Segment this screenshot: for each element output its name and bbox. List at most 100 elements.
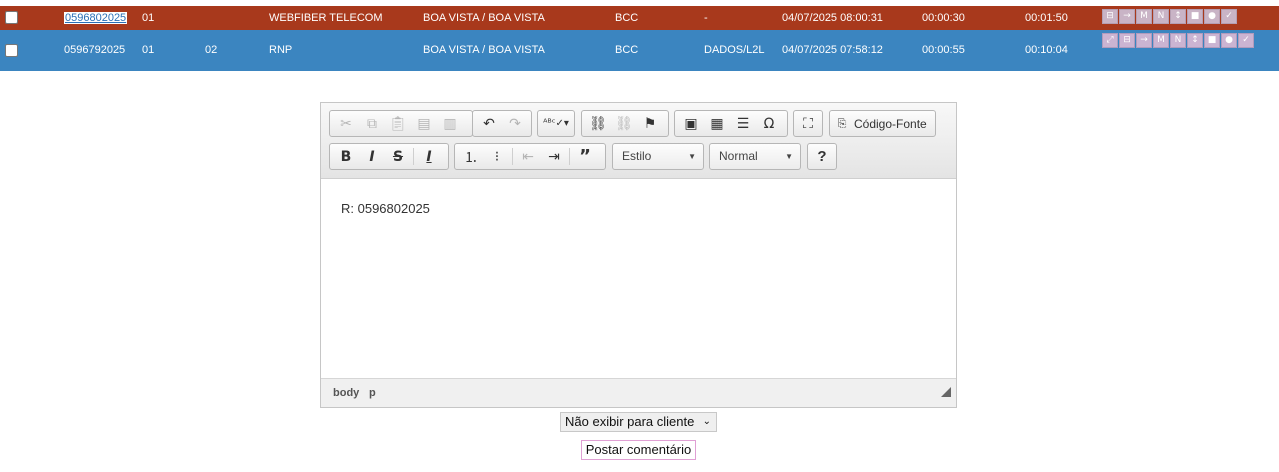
- maximize-group: ⛶: [793, 110, 823, 137]
- ticket-col2: 01: [142, 12, 155, 24]
- path-element[interactable]: p: [369, 387, 376, 399]
- visibility-select[interactable]: Não exibir para cliente ⌄: [560, 412, 717, 432]
- action-button[interactable]: ↕: [1187, 33, 1203, 48]
- ticket-row[interactable]: 0596802025 01 WEBFIBER TELECOM BOA VISTA…: [0, 6, 1279, 30]
- source-button[interactable]: Código-Fonte: [851, 117, 927, 131]
- action-button[interactable]: N: [1170, 33, 1186, 48]
- link-group: ⛓ ⛓ ⚑: [581, 110, 669, 137]
- ticket-location: BOA VISTA / BOA VISTA: [423, 12, 545, 24]
- format-select[interactable]: Normal ▼: [709, 143, 801, 170]
- style-select[interactable]: Estilo ▼: [612, 143, 704, 170]
- clipboard-group: ✂ ⧉ 📋︎ ▤ ▥: [329, 110, 473, 137]
- flag-icon[interactable]: ⚑: [637, 113, 663, 134]
- action-button[interactable]: N: [1153, 9, 1169, 24]
- action-button[interactable]: M: [1153, 33, 1169, 48]
- row-actions: ⤢ ⊟ → M N ↕ ■ ● ✓: [1102, 33, 1262, 49]
- editor-path-bar: body p: [321, 378, 956, 407]
- scissors-icon[interactable]: ✂: [333, 113, 359, 134]
- blockquote-icon[interactable]: ”: [572, 146, 598, 167]
- history-group: ↶ ↷: [472, 110, 532, 137]
- ticket-client: WEBFIBER TELECOM: [269, 12, 383, 24]
- omega-icon[interactable]: Ω: [756, 113, 782, 134]
- paste-text-icon[interactable]: ▤: [411, 113, 437, 134]
- insert-group: ▣ ▦ ☰ Ω: [674, 110, 788, 137]
- action-button[interactable]: →: [1136, 33, 1152, 48]
- undo-icon[interactable]: ↶: [476, 113, 502, 134]
- spellcheck-icon[interactable]: ᴬᴮᶜ✓▾: [541, 113, 571, 134]
- style-select-value: Estilo: [622, 149, 652, 163]
- row-checkbox[interactable]: [5, 44, 18, 57]
- ticket-service: DADOS/L2L: [704, 44, 765, 56]
- indent-icon[interactable]: ⇥: [541, 146, 567, 167]
- ticket-col2: 01: [142, 44, 155, 56]
- row-checkbox[interactable]: [5, 11, 18, 24]
- ticket-time2: 00:01:50: [1025, 12, 1068, 24]
- ticket-datetime: 04/07/2025 08:00:31: [782, 12, 883, 24]
- paste-icon[interactable]: 📋︎: [385, 113, 411, 134]
- bulleted-list-icon[interactable]: ⁝: [484, 146, 510, 167]
- action-button[interactable]: ✓: [1238, 33, 1254, 48]
- visibility-select-value: Não exibir para cliente: [565, 414, 695, 429]
- outdent-icon[interactable]: ⇤: [515, 146, 541, 167]
- action-button[interactable]: ■: [1187, 9, 1203, 24]
- ticket-origin: BCC: [615, 44, 639, 56]
- remove-format-icon[interactable]: I: [416, 146, 442, 167]
- action-button[interactable]: ●: [1204, 9, 1220, 24]
- italic-icon[interactable]: I: [359, 146, 385, 167]
- editor-content[interactable]: R: 0596802025: [321, 179, 956, 379]
- redo-icon[interactable]: ↷: [502, 113, 528, 134]
- format-select-value: Normal: [719, 149, 758, 163]
- ticket-time1: 00:00:30: [922, 12, 965, 24]
- basic-styles-group: B I S I: [329, 143, 449, 170]
- list-group: ⒈ ⁝ ⇤ ⇥ ”: [454, 143, 606, 170]
- action-button[interactable]: ↕: [1170, 9, 1186, 24]
- toolbar-separator: [413, 148, 414, 165]
- unlink-icon[interactable]: ⛓: [611, 113, 637, 134]
- bold-icon[interactable]: B: [333, 146, 359, 167]
- numbered-list-icon[interactable]: ⒈: [458, 146, 484, 167]
- ticket-id[interactable]: 0596792025: [64, 44, 125, 57]
- table-icon[interactable]: ▦: [704, 113, 730, 134]
- ticket-time1: 00:00:55: [922, 44, 965, 56]
- action-button[interactable]: →: [1119, 9, 1135, 24]
- image-icon[interactable]: ▣: [678, 113, 704, 134]
- link-icon[interactable]: ⛓: [585, 113, 611, 134]
- chevron-down-icon: ⌄: [702, 416, 711, 427]
- editor-toolbar: ✂ ⧉ 📋︎ ▤ ▥ ↶ ↷ ᴬᴮᶜ✓▾ ⛓ ⛓ ⚑ ▣ ▦ ☰ Ω ⛶ ⎘ C…: [321, 103, 956, 179]
- help-button[interactable]: ?: [817, 148, 826, 165]
- maximize-icon[interactable]: ⛶: [797, 113, 819, 134]
- ticket-service: -: [704, 12, 708, 24]
- chevron-down-icon: ▼: [785, 152, 793, 161]
- resize-handle[interactable]: [941, 387, 951, 397]
- chevron-down-icon: ▼: [688, 152, 696, 161]
- toolbar-separator: [512, 148, 513, 165]
- ticket-id-link[interactable]: 0596802025: [64, 12, 128, 25]
- source-icon: ⎘: [837, 116, 847, 130]
- ticket-col3: 02: [205, 44, 218, 56]
- rich-text-editor: ✂ ⧉ 📋︎ ▤ ▥ ↶ ↷ ᴬᴮᶜ✓▾ ⛓ ⛓ ⚑ ▣ ▦ ☰ Ω ⛶ ⎘ C…: [320, 102, 957, 408]
- copy-icon[interactable]: ⧉: [359, 113, 385, 134]
- paste-word-icon[interactable]: ▥: [437, 113, 463, 134]
- action-button[interactable]: ⊟: [1119, 33, 1135, 48]
- ticket-origin: BCC: [615, 12, 639, 24]
- spellcheck-group: ᴬᴮᶜ✓▾: [537, 110, 575, 137]
- ticket-client: RNP: [269, 44, 293, 56]
- ticket-datetime: 04/07/2025 07:58:12: [782, 44, 883, 56]
- action-button[interactable]: ⊟: [1102, 9, 1118, 24]
- row-actions: ⊟ → M N ↕ ■ ● ✓: [1102, 9, 1262, 25]
- strike-icon[interactable]: S: [385, 146, 411, 167]
- horizontal-rule-icon[interactable]: ☰: [730, 113, 756, 134]
- action-button[interactable]: ⤢: [1102, 33, 1118, 48]
- action-button[interactable]: ■: [1204, 33, 1220, 48]
- path-element[interactable]: body: [333, 387, 359, 399]
- post-comment-button[interactable]: Postar comentário: [581, 440, 696, 460]
- action-button[interactable]: M: [1136, 9, 1152, 24]
- ticket-location: BOA VISTA / BOA VISTA: [423, 44, 545, 56]
- ticket-row[interactable]: 0596792025 01 02 RNP BOA VISTA / BOA VIS…: [0, 30, 1279, 71]
- action-button[interactable]: ●: [1221, 33, 1237, 48]
- ticket-time2: 00:10:04: [1025, 44, 1068, 56]
- action-button[interactable]: ✓: [1221, 9, 1237, 24]
- editor-paragraph[interactable]: R: 0596802025: [341, 201, 430, 216]
- source-group: ⎘ Código-Fonte: [829, 110, 936, 137]
- toolbar-separator: [569, 148, 570, 165]
